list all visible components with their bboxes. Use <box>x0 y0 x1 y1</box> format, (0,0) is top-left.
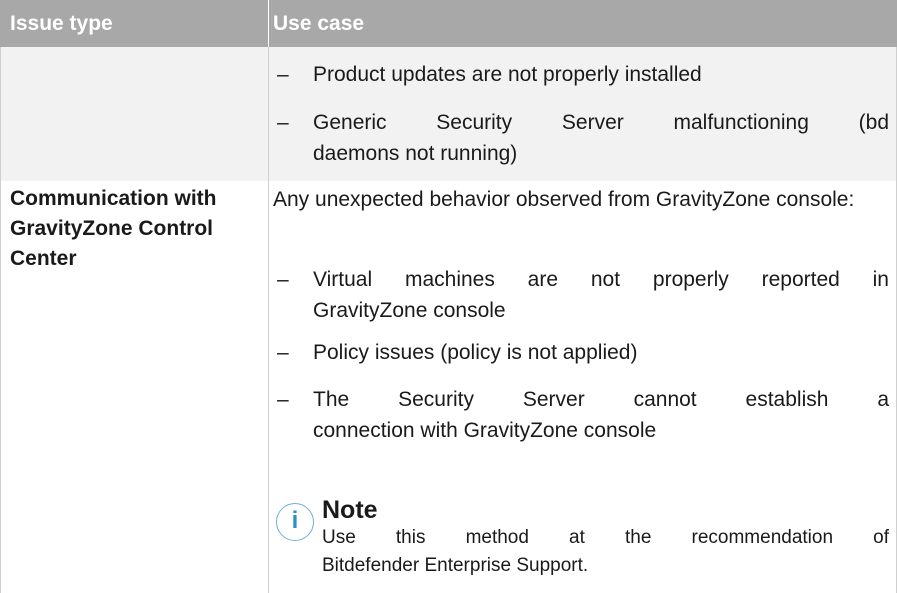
list-item-text: Virtual machines are not properly report… <box>313 264 889 326</box>
list-item-text: Policy issues (policy is not applied) <box>313 341 638 364</box>
table-header-row: Issue type Use case <box>0 0 897 47</box>
table-border-left <box>0 47 1 593</box>
issue-type-cell: Communication with GravityZone Control C… <box>10 187 217 270</box>
list-dash: – <box>277 63 289 86</box>
list-item-text-line1: The Security Server cannot establish a <box>313 388 889 411</box>
column-divider <box>268 47 269 593</box>
header-use-case: Use case <box>273 12 365 35</box>
list-item-text: Generic Security Server malfunctioning (… <box>313 107 889 169</box>
note-title: Note <box>322 496 378 524</box>
list-dash: – <box>277 268 289 291</box>
note-body-line2: Bitdefender Enterprise Support. <box>322 555 589 576</box>
list-item-text-line1: Generic Security Server malfunctioning (… <box>313 111 889 134</box>
issue-use-case-table: Issue type Use case – Product updates ar… <box>0 0 897 593</box>
info-icon-glyph: i <box>291 507 299 534</box>
list-item-text-line1: Virtual machines are not properly report… <box>313 268 889 291</box>
note-body-line1: Use this method at the recommendation of <box>322 527 889 548</box>
header-issue-type: Issue type <box>10 12 113 35</box>
header-divider <box>268 0 269 47</box>
list-item-text-line2: daemons not running) <box>313 142 518 165</box>
list-dash: – <box>277 341 289 364</box>
list-item-text: Product updates are not properly install… <box>313 63 702 86</box>
list-item-text-line2: connection with GravityZone console <box>313 419 657 442</box>
use-case-intro: Any unexpected behavior observed from Gr… <box>273 188 855 211</box>
list-dash: – <box>277 388 289 411</box>
note-body: Use this method at the recommendation of… <box>322 524 889 580</box>
list-dash: – <box>277 111 289 134</box>
list-item-text-line2: GravityZone console <box>313 299 506 322</box>
info-icon: i <box>276 503 314 541</box>
list-item-text: The Security Server cannot establish a c… <box>313 384 889 446</box>
